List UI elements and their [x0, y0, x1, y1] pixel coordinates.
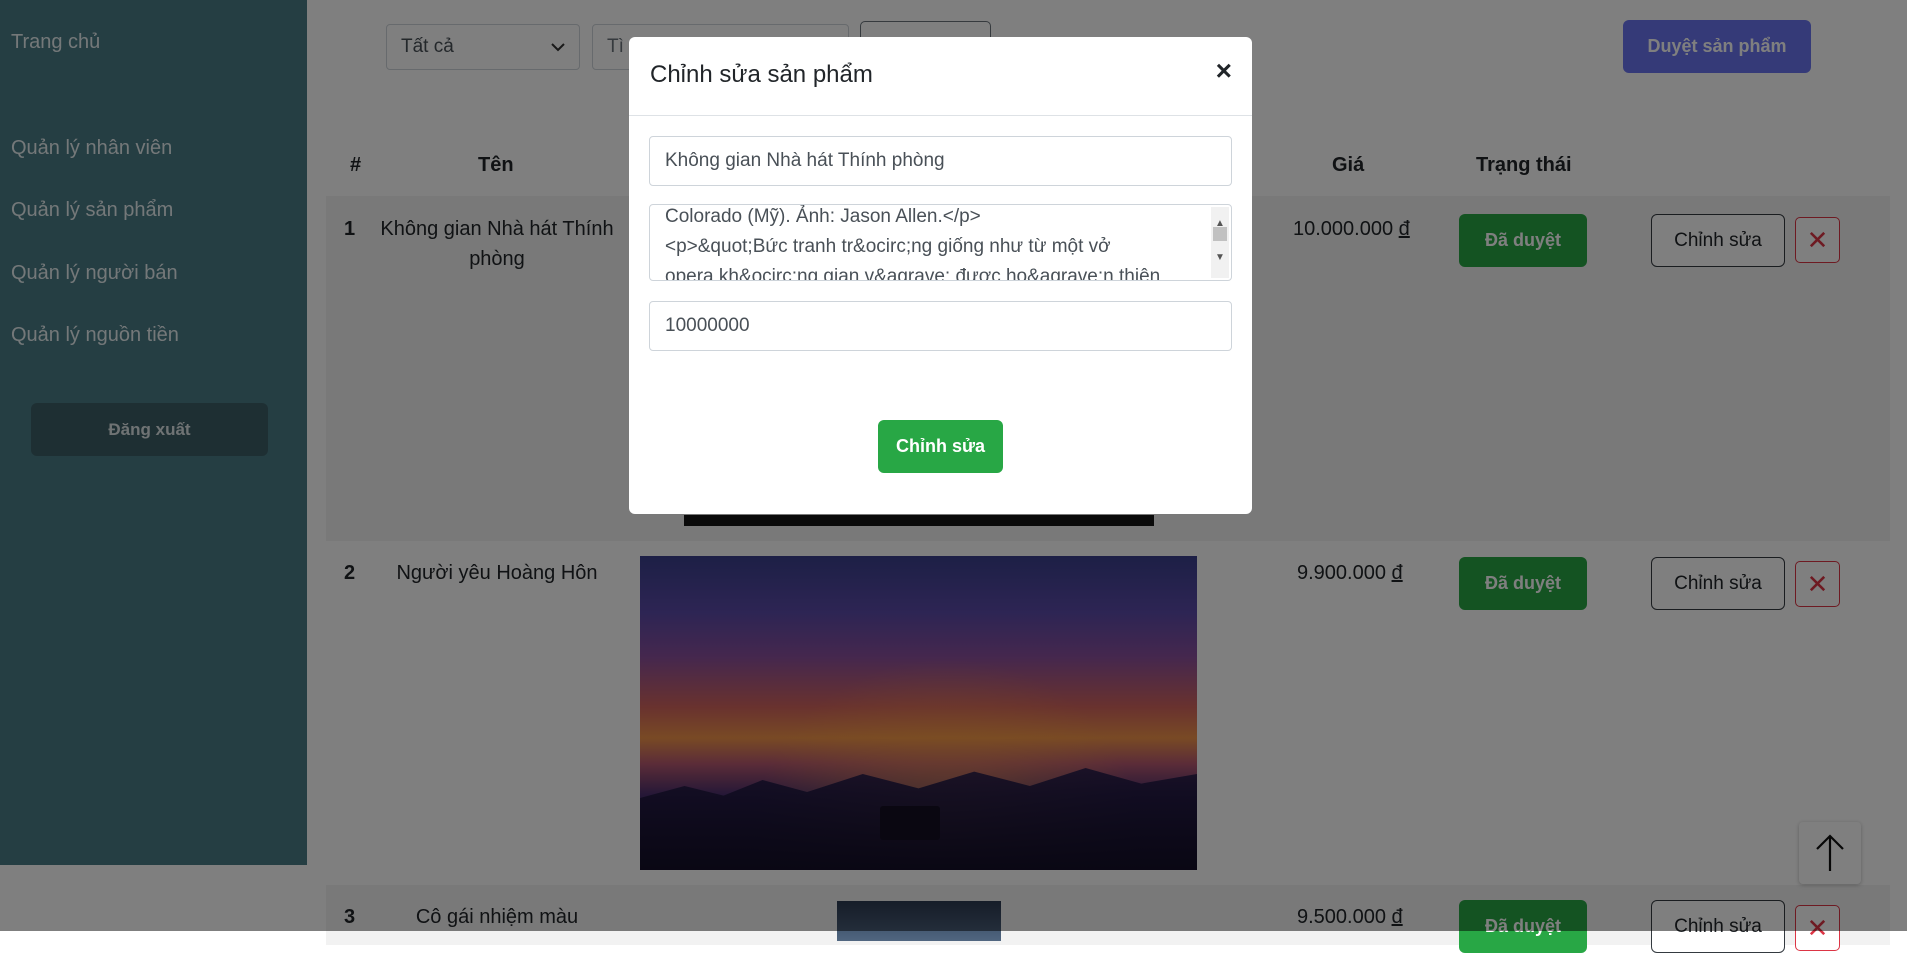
submit-edit-button[interactable]: Chỉnh sửa — [878, 420, 1003, 473]
description-line: opera kh&ocirc;ng gian v&agrave; được ho… — [665, 266, 1161, 281]
description-line: Colorado (Mỹ). Ảnh: Jason Allen.</p> — [665, 206, 981, 227]
product-name-field[interactable]: Không gian Nhà hát Thính phòng — [649, 136, 1232, 186]
price-field[interactable]: 10000000 — [649, 301, 1232, 351]
textarea-scrollbar[interactable]: ▲ ▼ — [1211, 207, 1229, 278]
close-icon[interactable]: × — [1216, 55, 1232, 87]
price-value: 10000000 — [665, 315, 750, 336]
modal-header: Chỉnh sửa sản phẩm × — [629, 37, 1252, 116]
description-textarea[interactable]: Colorado (Mỹ). Ảnh: Jason Allen.</p> <p>… — [649, 204, 1232, 281]
product-name-value: Không gian Nhà hát Thính phòng — [665, 150, 945, 171]
modal-title: Chỉnh sửa sản phẩm — [650, 61, 873, 88]
description-line: <p>&quot;Bức tranh tr&ocirc;ng giống như… — [665, 236, 1111, 257]
edit-product-modal: Chỉnh sửa sản phẩm × Không gian Nhà hát … — [629, 37, 1252, 514]
